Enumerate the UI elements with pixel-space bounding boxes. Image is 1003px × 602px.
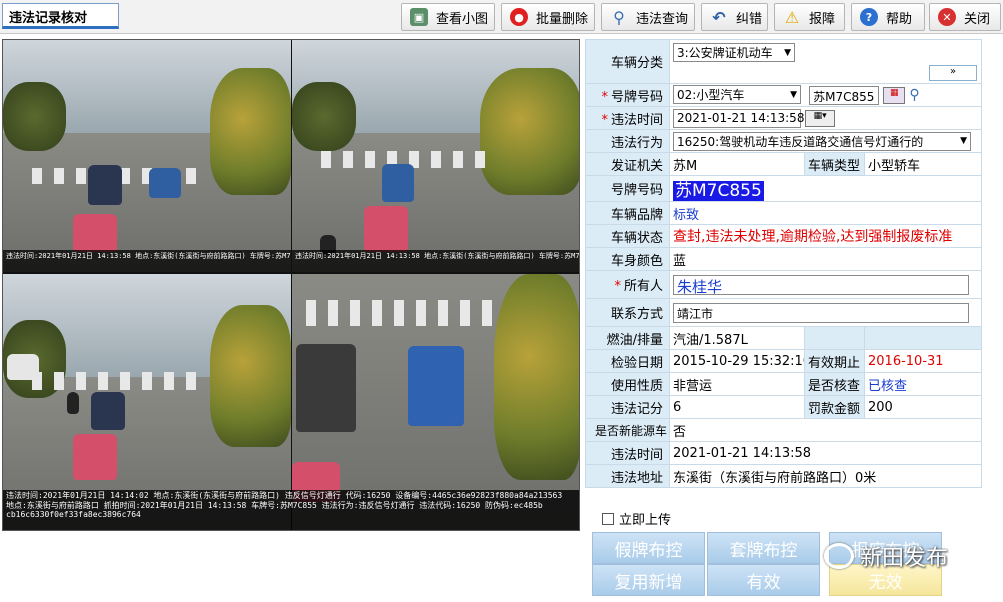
violation-search-button[interactable]: ⚲ 违法查询 <box>601 3 695 31</box>
label-vehicle-class: 车辆分类 <box>585 39 670 84</box>
violation-time-input[interactable]: 2021-01-21 14:13:58 <box>673 108 804 128</box>
label-violation-time-2: 违法时间 <box>585 441 670 465</box>
plate-no-input[interactable]: 苏M7C855 <box>809 86 880 105</box>
calendar-icon[interactable]: ▦▾ <box>805 109 836 127</box>
watermark: 新田发布 <box>824 540 948 572</box>
label-plate-no: * 号牌号码 <box>585 83 670 107</box>
inspect-date-value: 2015-10-29 15:32:16 <box>669 349 805 373</box>
usage-value: 非营运 <box>669 372 805 396</box>
label-points: 违法记分 <box>585 395 670 419</box>
snapshot-1: 违法时间:2021年01月21日 14:13:58 地点:东溪街(东溪街与府前路… <box>3 40 291 272</box>
violation-time-2-value: 2021-01-21 14:13:58 <box>669 441 982 465</box>
label-usage: 使用性质 <box>585 372 670 396</box>
record-form: 车辆分类 3:公安牌证机动车 ▼ » * 号牌号码 02:小型汽车 ▼ 苏M7C855… <box>585 39 982 488</box>
label-checked: 是否核查 <box>804 372 865 396</box>
expand-button[interactable]: » <box>929 65 977 81</box>
label-issuer: 发证机关 <box>585 152 670 176</box>
report-fault-button[interactable]: ⚠ 报障 <box>774 3 845 31</box>
valid-until-value: 2016-10-31 <box>864 349 982 373</box>
snapshot-2: 违法时间:2021年01月21日 14:13:58 地点:东溪街(东溪街与府前路… <box>292 40 579 272</box>
search-icon[interactable]: ⚲ <box>909 87 919 103</box>
violation-place-value: 东溪街（东溪街与府前路路口）0米 <box>669 464 982 488</box>
delete-icon: ● <box>510 8 528 26</box>
label-plate-display: 号牌号码 <box>585 175 670 202</box>
clone-plate-button[interactable]: 套牌布控 <box>707 532 820 564</box>
points-value: 6 <box>669 395 805 419</box>
fake-plate-button[interactable]: 假牌布控 <box>592 532 705 564</box>
warning-icon: ⚠ <box>784 7 800 27</box>
plate-type-select[interactable]: 02:小型汽车 ▼ <box>673 85 801 104</box>
new-energy-value: 否 <box>669 418 982 442</box>
close-icon: ✕ <box>938 8 956 26</box>
label-vehicle-type: 车辆类型 <box>804 152 865 176</box>
help-icon: ? <box>860 8 878 26</box>
status-value: 查封,违法未处理,逾期检验,达到强制报废标准 <box>669 224 982 248</box>
picture-icon: ▣ <box>410 8 428 26</box>
brand-value: 标致 <box>669 201 982 225</box>
checkbox[interactable] <box>602 512 614 525</box>
view-thumbnail-button[interactable]: ▣ 查看小图 <box>401 3 495 31</box>
wechat-logo-icon <box>824 543 854 569</box>
label-color: 车身颜色 <box>585 247 670 271</box>
checked-value: 已核查 <box>864 372 982 396</box>
upload-now-checkbox[interactable]: 立即上传 <box>602 509 671 528</box>
fine-value: 200 <box>864 395 982 419</box>
label-violation-place: 违法地址 <box>585 464 670 488</box>
label-fuel: 燃油/排量 <box>585 326 670 350</box>
vehicle-type-value: 小型轿车 <box>864 152 982 176</box>
violation-act-select[interactable]: 16250:驾驶机动车违反道路交通信号灯通行的 ▼ <box>673 131 971 151</box>
violation-image-panel[interactable]: 违法时间:2021年01月21日 14:13:58 地点:东溪街(东溪街与府前路… <box>2 39 580 531</box>
contact-input[interactable]: 靖江市 <box>673 302 969 323</box>
valid-button[interactable]: 有效 <box>707 564 820 596</box>
reuse-add-button[interactable]: 复用新增 <box>592 564 705 596</box>
tab-violation-check[interactable]: 违法记录核对 <box>2 3 119 29</box>
close-button[interactable]: ✕ 关闭 <box>929 3 1001 31</box>
fuel-value: 汽油/1.587L <box>669 326 805 350</box>
owner-input[interactable]: 朱桂华 <box>673 274 969 296</box>
batch-delete-button[interactable]: ● 批量删除 <box>501 3 595 31</box>
help-button[interactable]: ? 帮助 <box>851 3 925 31</box>
label-fine: 罚款金额 <box>804 395 865 419</box>
label-violation-act: 违法行为 <box>585 129 670 153</box>
label-status: 车辆状态 <box>585 224 670 248</box>
label-brand: 车辆品牌 <box>585 201 670 225</box>
label-valid-until: 有效期止 <box>804 349 865 373</box>
toolbar: 违法记录核对 ▣ 查看小图 ● 批量删除 ⚲ 违法查询 ↶ 纠错 ⚠ 报障 ? … <box>0 0 1003 34</box>
plate-lookup-button[interactable]: ▦ <box>883 87 906 104</box>
vehicle-class-select[interactable]: 3:公安牌证机动车 ▼ <box>673 43 795 62</box>
plate-display-value: 苏M7C855 <box>673 181 764 201</box>
label-inspect-date: 检验日期 <box>585 349 670 373</box>
label-new-energy: 是否新能源车 <box>585 418 670 442</box>
label-owner: * 所有人 <box>585 270 670 299</box>
correct-button[interactable]: ↶ 纠错 <box>701 3 768 31</box>
color-value: 蓝 <box>669 247 982 271</box>
undo-icon: ↶ <box>712 7 726 27</box>
label-violation-time: * 违法时间 <box>585 106 670 130</box>
issuer-value: 苏M <box>669 152 805 176</box>
image-caption: 违法时间:2021年01月21日 14:14:02 地点:东溪街(东溪街与府前路… <box>3 490 579 530</box>
label-contact: 联系方式 <box>585 298 670 327</box>
search-icon: ⚲ <box>613 7 625 27</box>
